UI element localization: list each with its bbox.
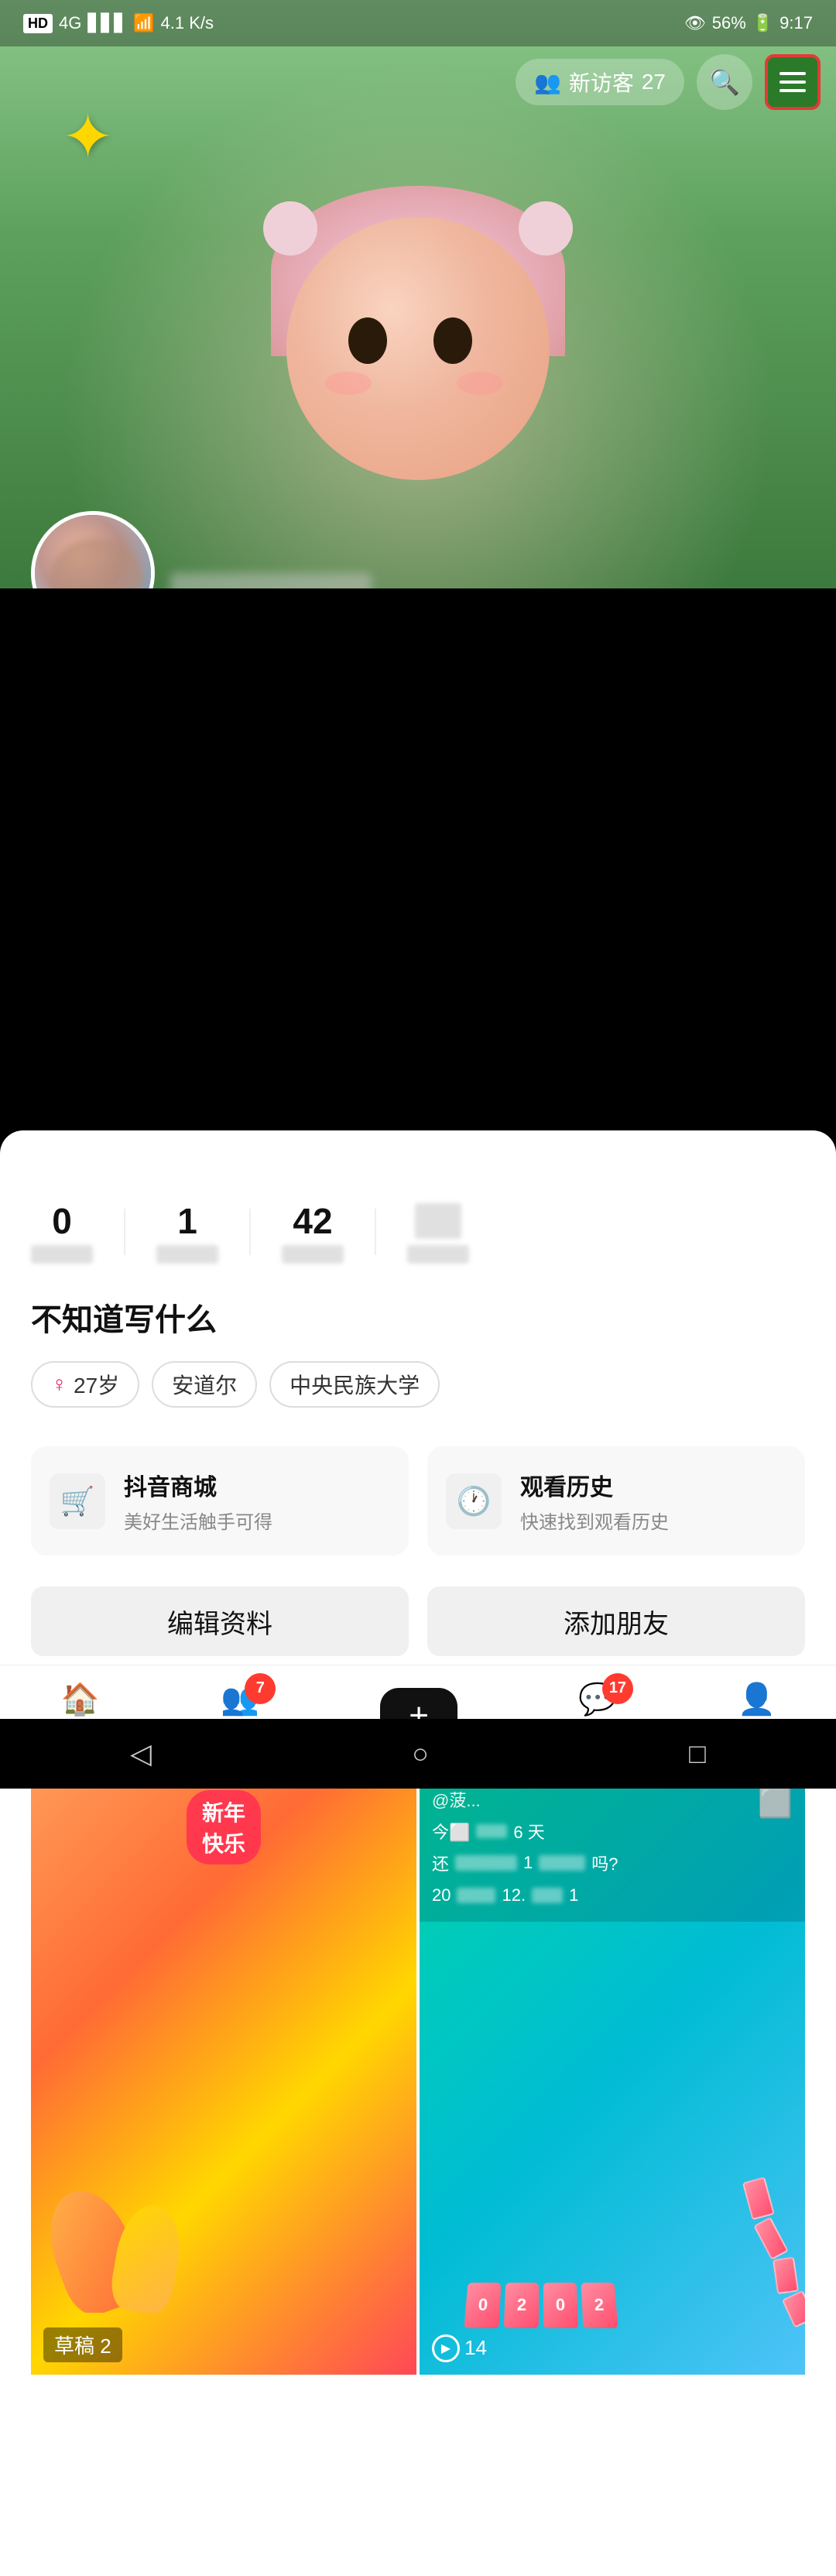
stats-row: 0 1 42	[31, 1192, 805, 1264]
search-icon: 🔍	[709, 67, 740, 97]
android-nav-bar: ◁ ○ □	[0, 1719, 836, 1789]
stat-friends[interactable]	[407, 1200, 469, 1264]
battery-icon: 🔋	[752, 13, 773, 33]
char-ear-left	[263, 201, 317, 256]
home-button[interactable]: ○	[412, 1737, 429, 1770]
friends-count-blur	[415, 1203, 461, 1239]
back-button[interactable]: ◁	[130, 1737, 152, 1770]
age-value: 27岁	[74, 1369, 119, 1400]
clock: 9:17	[779, 13, 813, 33]
video-grid: 新年快乐 草稿 2 ⬜ @菠... 今⬜ 6 天 还 1 吗?	[31, 1775, 805, 2375]
friends-label-blur	[407, 1245, 469, 1264]
me-icon: 👤	[738, 1681, 776, 1717]
shop-info: 抖音商城 美好生活触手可得	[124, 1468, 272, 1534]
likes-label-blur	[282, 1245, 344, 1264]
top-actions: 👥 新访客 27 🔍	[0, 54, 836, 110]
shop-card[interactable]: 🛒 抖音商城 美好生活触手可得	[31, 1446, 409, 1556]
age-tag[interactable]: ♀ 27岁	[31, 1361, 139, 1408]
visitors-button[interactable]: 👥 新访客 27	[516, 59, 684, 105]
visitors-count: 27	[642, 70, 666, 94]
history-title: 观看历史	[520, 1468, 669, 1502]
stat-likes[interactable]: 42	[282, 1200, 344, 1264]
avatar[interactable]	[31, 511, 155, 588]
stat-following[interactable]: 0	[31, 1200, 93, 1264]
friends-badge: 7	[245, 1673, 276, 1704]
char-ear-right	[519, 201, 573, 256]
profile-cover: ✦ 👥 新访客 27 🔍	[0, 0, 836, 588]
following-count: 0	[52, 1200, 72, 1242]
tags-row: ♀ 27岁 安道尔 中央民族大学	[31, 1361, 805, 1408]
network-icon: 4G	[59, 13, 81, 33]
shop-title: 抖音商城	[124, 1468, 272, 1502]
history-info: 观看历史 快速找到观看历史	[520, 1468, 669, 1534]
avatar-container	[31, 511, 155, 588]
history-card[interactable]: 🕐 观看历史 快速找到观看历史	[427, 1446, 805, 1556]
history-desc: 快速找到观看历史	[520, 1507, 669, 1534]
status-left: HD 4G ▋▋▋ 📶 4.1 K/s	[23, 13, 214, 33]
add-friend-button[interactable]: 添加朋友	[427, 1586, 805, 1656]
service-row: 🛒 抖音商城 美好生活触手可得 🕐 观看历史 快速找到观看历史	[31, 1446, 805, 1556]
likes-count: 42	[293, 1200, 332, 1242]
recent-button[interactable]: □	[689, 1737, 706, 1770]
hd-icon: HD	[23, 14, 53, 33]
video-thumb-1[interactable]: 新年快乐 草稿 2	[31, 1775, 416, 2375]
stat-divider-2	[249, 1209, 251, 1255]
menu-button[interactable]	[765, 54, 821, 110]
location-value: 安道尔	[172, 1369, 237, 1400]
username-blur	[170, 573, 372, 588]
video-overlay: @菠... 今⬜ 6 天 还 1 吗? 20 12.	[420, 1775, 805, 1922]
v2-username: @菠...	[432, 1787, 793, 1812]
messages-badge: 17	[602, 1673, 633, 1704]
gold-star-decoration: ✦	[62, 101, 114, 173]
shop-desc: 美好生活触手可得	[124, 1507, 272, 1534]
play-icon: ▶	[432, 2334, 460, 2362]
profile-card: 0 1 42 不知道写什么 ♀ 27岁 安道尔 中央民族大学	[0, 1130, 836, 2576]
play-count: 14	[464, 2336, 487, 2360]
school-tag[interactable]: 中央民族大学	[269, 1361, 440, 1408]
char-head	[286, 217, 550, 480]
followers-label-blur	[156, 1245, 218, 1264]
video-play-count: ▶ 14	[432, 2334, 487, 2362]
following-label-blur	[31, 1245, 93, 1264]
visitors-icon: 👥	[534, 70, 561, 95]
wifi-icon: 📶	[133, 13, 154, 33]
stat-followers[interactable]: 1	[156, 1200, 218, 1264]
hamburger-icon	[779, 72, 806, 92]
avatar-image	[35, 515, 151, 588]
status-bar: HD 4G ▋▋▋ 📶 4.1 K/s 👁 56% 🔋 9:17	[0, 0, 836, 46]
speed: 4.1 K/s	[161, 13, 214, 33]
eye-icon: 👁	[684, 13, 706, 33]
visitors-label: 新访客	[569, 67, 634, 98]
followers-count: 1	[177, 1200, 197, 1242]
draft-badge: 草稿 2	[43, 2327, 122, 2362]
action-row: 编辑资料 添加朋友	[31, 1586, 805, 1656]
location-tag[interactable]: 安道尔	[152, 1361, 257, 1408]
edit-profile-button[interactable]: 编辑资料	[31, 1586, 409, 1656]
battery-pct: 56%	[712, 13, 746, 33]
history-icon: 🕐	[446, 1473, 502, 1529]
signal-bars: ▋▋▋	[87, 13, 127, 33]
stat-divider-3	[375, 1209, 376, 1255]
school-value: 中央民族大学	[290, 1369, 420, 1400]
video-thumb-2[interactable]: ⬜ @菠... 今⬜ 6 天 还 1 吗? 20	[420, 1775, 805, 2375]
shop-icon: 🛒	[50, 1473, 105, 1529]
search-button[interactable]: 🔍	[697, 54, 752, 110]
cover-username	[170, 573, 372, 588]
stat-divider-1	[124, 1209, 125, 1255]
status-right: 👁 56% 🔋 9:17	[684, 13, 813, 33]
cover-character	[271, 217, 565, 542]
home-icon: 🏠	[61, 1681, 100, 1717]
bio-text: 不知道写什么	[31, 1295, 805, 1339]
gender-icon: ♀	[51, 1372, 67, 1397]
